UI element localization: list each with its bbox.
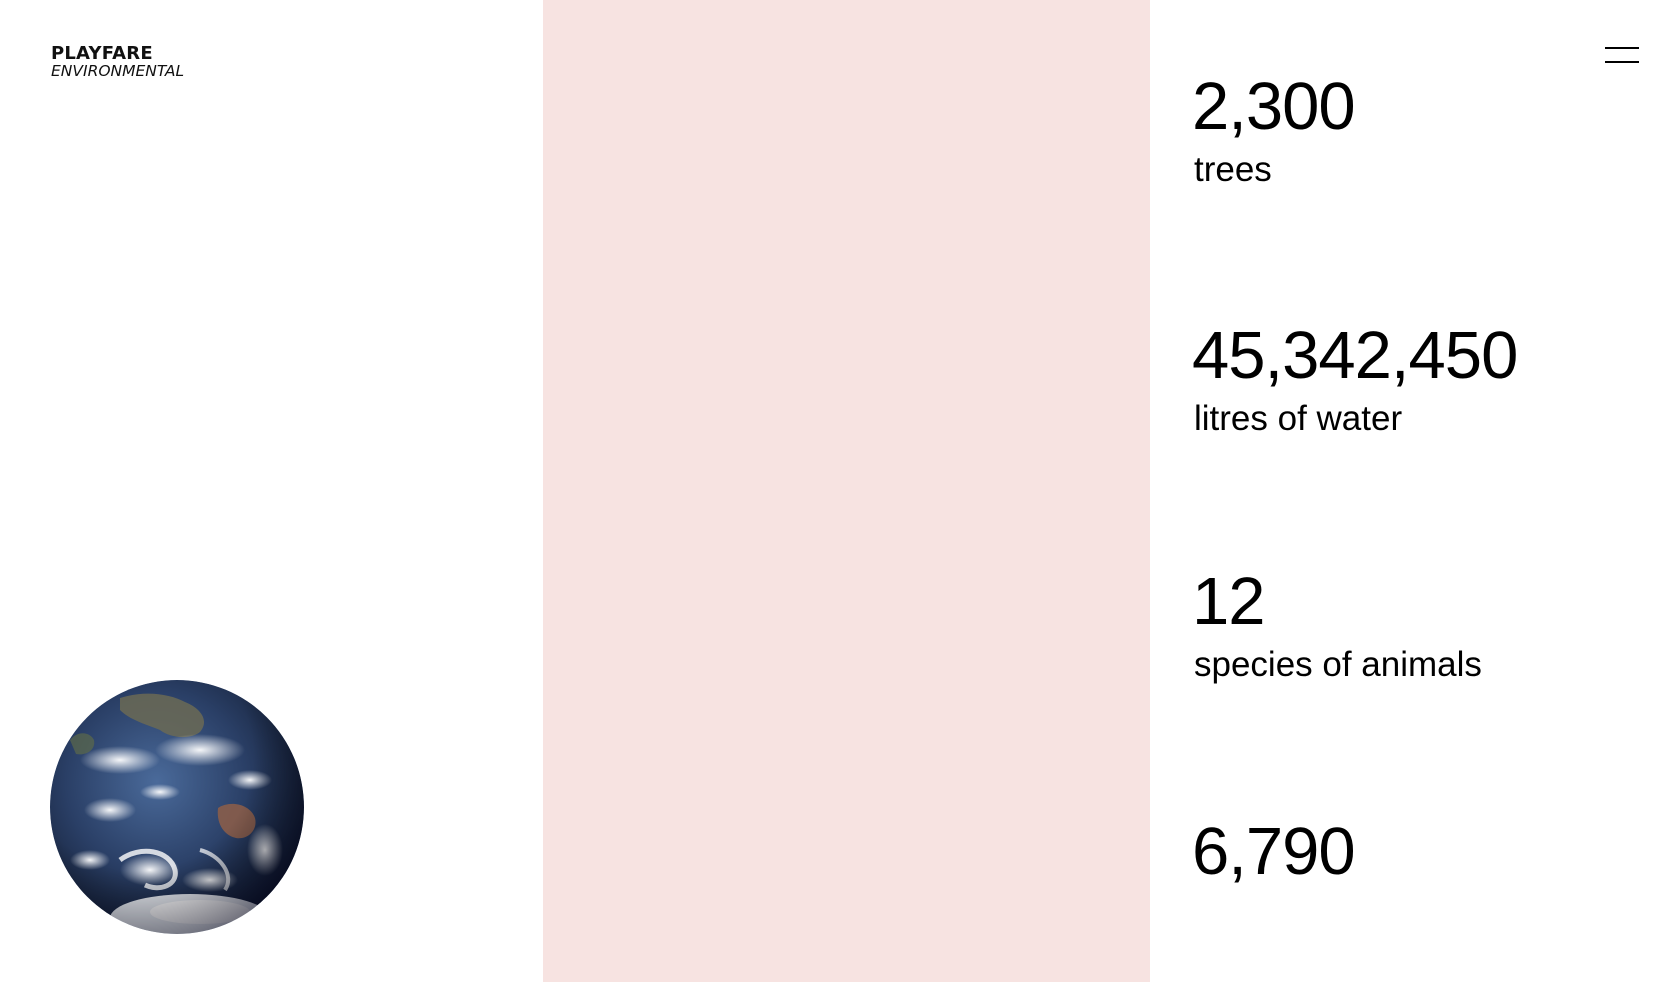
stat-number: 12 (1192, 564, 1266, 639)
hamburger-menu-icon[interactable] (1605, 44, 1639, 66)
brand-logo[interactable]: PLAYFARE ENVIRONMENTAL (51, 45, 184, 80)
earth-globe-image (50, 680, 304, 934)
feature-panel (543, 0, 1150, 982)
stat-number: 6,790 (1192, 814, 1356, 889)
brand-name: PLAYFARE (51, 43, 153, 64)
stat-label: species of animals (1194, 645, 1482, 684)
stat-label: trees (1194, 150, 1272, 189)
stat-label: litres of water (1194, 399, 1403, 438)
stat-animals: 12 species of animals (1192, 568, 1482, 682)
menu-bar-bottom (1605, 61, 1639, 63)
brand-tagline: ENVIRONMENTAL (51, 62, 185, 80)
stat-number: 2,300 (1192, 69, 1356, 144)
stat-water: 45,342,450 litres of water (1192, 318, 1518, 438)
menu-bar-top (1605, 47, 1639, 49)
stat-number: 45,342,450 (1192, 318, 1518, 393)
stat-fourth: 6,790 (1192, 814, 1356, 897)
stat-trees: 2,300 trees (1192, 69, 1356, 189)
